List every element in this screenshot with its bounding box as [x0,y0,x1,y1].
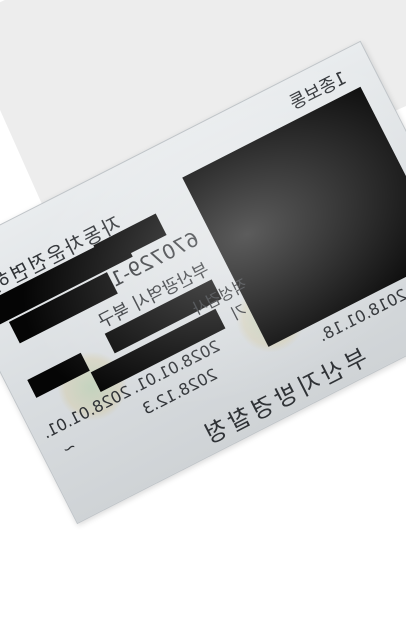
photo-stage: 1종보통 자동차운전면허증 670729-1 부산광역시 북구 적성검사 기 2… [0,0,406,644]
period-separator: ~ [59,436,80,460]
issuing-authority: 부산지방경찰청 [196,343,373,452]
